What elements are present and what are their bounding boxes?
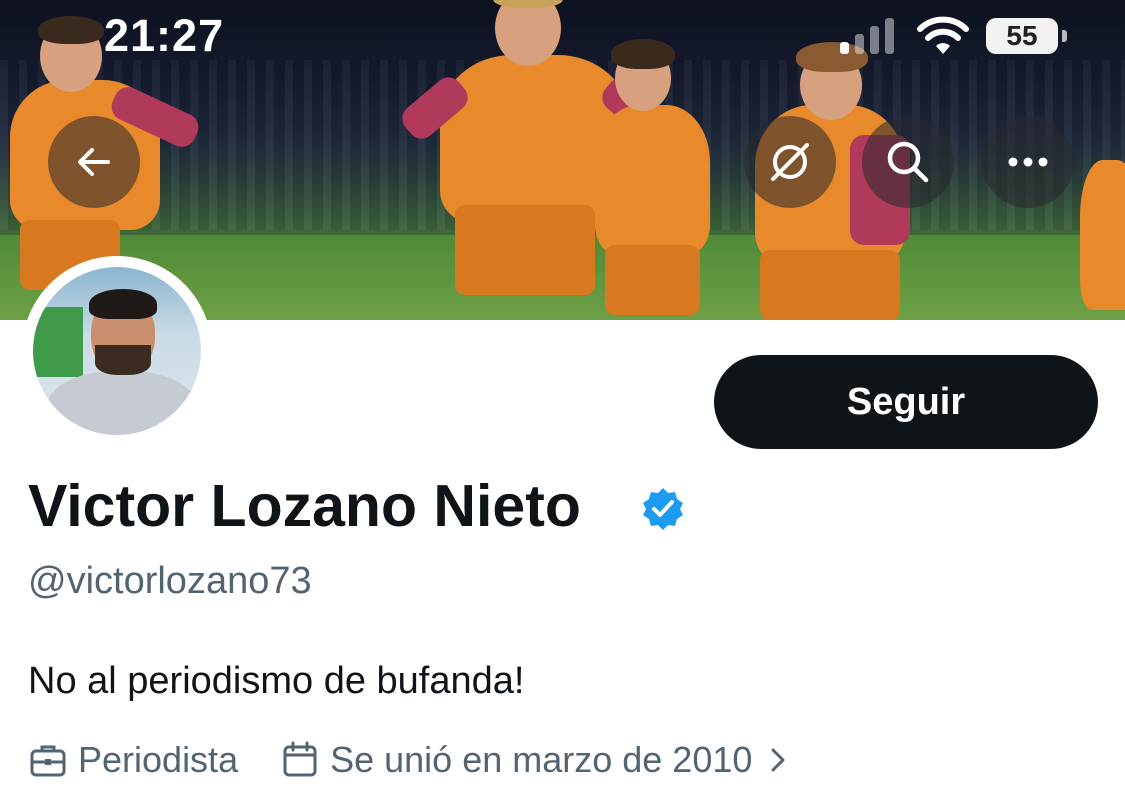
profile-screen: 21:27 55 Seguir Victor Lozano Nieto @vic… xyxy=(0,0,1125,808)
joined-date-item[interactable]: Se unió en marzo de 2010 xyxy=(280,739,788,781)
avatar-image xyxy=(33,267,201,435)
chevron-right-icon xyxy=(771,748,785,772)
back-button[interactable] xyxy=(48,116,140,208)
more-options-button[interactable] xyxy=(982,116,1074,208)
more-horizontal-icon xyxy=(1008,157,1048,167)
battery-indicator: 55 xyxy=(986,18,1058,54)
profession-label: Periodista xyxy=(78,739,239,780)
battery-tip xyxy=(1062,30,1067,42)
search-icon xyxy=(887,141,929,183)
joined-date-label: Se unió en marzo de 2010 xyxy=(330,739,753,780)
calendar-icon xyxy=(283,741,317,777)
user-bio: No al periodismo de bufanda! xyxy=(28,660,525,702)
status-indicators: 55 xyxy=(836,14,1076,64)
briefcase-icon xyxy=(30,745,66,777)
cellular-signal-icon xyxy=(836,14,900,54)
follow-button[interactable]: Seguir xyxy=(714,355,1098,449)
display-name: Victor Lozano Nieto xyxy=(28,473,581,539)
profession-item: Periodista xyxy=(28,739,238,781)
banner-player xyxy=(1080,150,1125,320)
arrow-left-icon xyxy=(78,148,110,176)
wifi-icon xyxy=(917,16,969,54)
user-handle: @victorlozano73 xyxy=(28,560,312,602)
profile-meta: Periodista Se unió en marzo de 2010 xyxy=(28,737,830,783)
verified-badge-icon[interactable] xyxy=(640,486,686,532)
status-time: 21:27 xyxy=(104,10,225,61)
avatar[interactable] xyxy=(22,256,212,446)
grok-icon xyxy=(771,143,809,181)
grok-button[interactable] xyxy=(744,116,836,208)
banner-player xyxy=(585,39,725,320)
search-button[interactable] xyxy=(862,116,954,208)
